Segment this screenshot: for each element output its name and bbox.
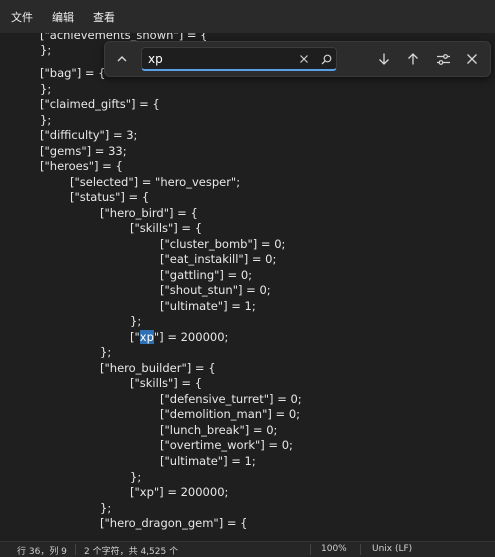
code-line: ["cluster_bomb"] = 0; bbox=[160, 237, 286, 251]
code-line: ["skills"] = { bbox=[130, 221, 203, 235]
code-line: ["gattling"] = 0; bbox=[160, 268, 253, 282]
clear-icon[interactable] bbox=[296, 50, 312, 68]
arrow-up-icon[interactable] bbox=[402, 48, 424, 70]
code-line: ["status"] = { bbox=[70, 190, 150, 204]
code-line: ["eat_instakill"] = 0; bbox=[160, 252, 277, 266]
arrow-down-icon[interactable] bbox=[373, 48, 395, 70]
code-line: }; bbox=[130, 470, 142, 484]
find-input[interactable] bbox=[148, 50, 308, 68]
code-line: ["demolition_man"] = 0; bbox=[160, 407, 301, 421]
search-icon[interactable] bbox=[318, 50, 334, 68]
text-editor[interactable]: ["achievements_shown"] = { }; ["bag"] = … bbox=[0, 33, 495, 541]
code-line: ["hero_builder"] = { bbox=[100, 361, 216, 375]
menu-edit[interactable]: 编辑 bbox=[52, 9, 74, 25]
code-line: ["heroes"] = { bbox=[40, 159, 123, 173]
code-line: }; bbox=[100, 501, 112, 515]
status-divider bbox=[360, 544, 361, 555]
line-ending[interactable]: Unix (LF) bbox=[372, 544, 412, 554]
code-line: ["skills"] = { bbox=[130, 376, 203, 390]
status-divider bbox=[310, 544, 311, 555]
code-line: }; bbox=[40, 113, 52, 127]
find-bar bbox=[104, 41, 491, 77]
code-line: ["bag"] = { bbox=[40, 66, 106, 80]
code-line: ["claimed_gifts"] = { bbox=[40, 97, 160, 111]
code-line: ["shout_stun"] = 0; bbox=[160, 283, 271, 297]
code-line: ["defensive_turret"] = 0; bbox=[160, 392, 302, 406]
code-line: }; bbox=[40, 82, 52, 96]
search-match-highlight: xp bbox=[139, 330, 154, 344]
close-icon[interactable] bbox=[461, 48, 483, 70]
code-line: }; bbox=[100, 345, 112, 359]
code-line: }; bbox=[130, 314, 142, 328]
code-line: ["selected"] = "hero_vesper"; bbox=[70, 175, 241, 189]
code-line: ["hero_dragon_gem"] = { bbox=[100, 516, 248, 530]
code-line: ["ultimate"] = 1; bbox=[160, 299, 256, 313]
menu-view[interactable]: 查看 bbox=[93, 9, 115, 25]
code-line: ["difficulty"] = 3; bbox=[40, 128, 138, 142]
find-input-box[interactable] bbox=[141, 47, 337, 71]
code-line: ["overtime_work"] = 0; bbox=[160, 438, 293, 452]
chevron-up-icon[interactable] bbox=[111, 48, 133, 70]
code-line: ["hero_bird"] = { bbox=[100, 206, 198, 220]
menu-bar: 文件 编辑 查看 bbox=[0, 0, 495, 33]
menu-file[interactable]: 文件 bbox=[11, 9, 33, 25]
status-divider bbox=[75, 544, 76, 555]
status-bar: 行 36，列 9 2 个字符，共 4,525 个 100% Unix (LF) bbox=[0, 541, 495, 557]
code-line: ["xp"] = 200000; bbox=[130, 485, 229, 499]
code-line: ["ultimate"] = 1; bbox=[160, 454, 256, 468]
code-line: ["lunch_break"] = 0; bbox=[160, 423, 278, 437]
selection-count: 2 个字符，共 4,525 个 bbox=[84, 547, 179, 557]
zoom-level[interactable]: 100% bbox=[321, 544, 347, 554]
code-line: }; bbox=[40, 43, 52, 57]
options-icon[interactable] bbox=[432, 48, 454, 70]
code-line-match: ["xp"] = 200000; bbox=[130, 330, 229, 344]
cursor-position[interactable]: 行 36，列 9 bbox=[17, 544, 67, 557]
code-line: ["gems"] = 33; bbox=[40, 144, 127, 158]
